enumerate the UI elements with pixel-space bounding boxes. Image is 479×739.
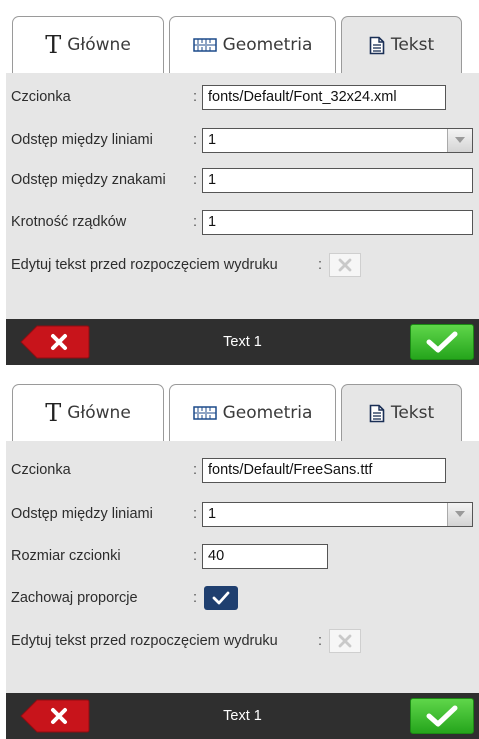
tab-label: Główne [67,403,131,423]
line-multiplicity-row: Krotność rządków : 1 [6,208,479,236]
line-spacing-value: 1 [208,506,217,522]
ok-button[interactable] [410,698,474,734]
line-spacing-row: Odstęp między liniami : 1 [6,126,479,154]
line-multiplicity-label: Krotność rządków [11,214,127,230]
tab-geometria[interactable]: Geometria [169,384,336,441]
dropdown-arrow-icon[interactable] [447,502,472,526]
tab-label: Geometria [222,403,313,423]
font-field[interactable]: fonts/Default/Font_32x24.xml [202,84,446,110]
colon: : [193,214,198,230]
colon: : [193,590,198,606]
char-spacing-row: Odstęp między znakami : 1 [6,166,479,194]
tab-label: Geometria [222,35,313,55]
colon: : [193,132,198,148]
tab-label: Tekst [390,35,435,55]
font-size-label: Rozmiar czcionki [11,548,121,564]
font-size-field[interactable]: 40 [202,543,328,569]
colon: : [193,89,198,105]
document-icon [369,404,385,423]
tab-tekst[interactable]: Tekst [341,384,462,441]
ruler-icon [192,404,217,422]
tab-bar: T Główne Geometria Tekst [6,378,479,441]
x-icon [338,258,352,272]
edit-before-print-row: Edytuj tekst przed rozpoczęciem wydruku … [6,627,479,655]
tab-tekst[interactable]: Tekst [341,16,462,73]
text-settings-dialog-1: T Główne Geometria Tekst Czcionka: font… [6,10,479,365]
document-icon [369,36,385,55]
font-field[interactable]: fonts/Default/FreeSans.ttf [202,457,446,483]
tab-glowne[interactable]: T Główne [12,16,164,73]
tab-geometria[interactable]: Geometria [169,16,336,73]
line-spacing-label: Odstęp między liniami [11,132,153,148]
font-label: Czcionka [11,89,71,105]
colon: : [193,462,198,478]
tab-label: Główne [67,35,131,55]
line-spacing-select[interactable]: 1 [202,501,473,527]
edit-before-print-label: Edytuj tekst przed rozpoczęciem wydruku [11,633,278,649]
cancel-button[interactable] [20,325,90,359]
colon: : [193,548,198,564]
x-icon [338,634,352,648]
tab-label: Tekst [390,403,435,423]
dropdown-arrow-icon[interactable] [447,128,472,152]
tab-glowne[interactable]: T Główne [12,384,164,441]
keep-proportions-checkbox[interactable] [204,586,238,610]
text-settings-dialog-2: T Główne Geometria Tekst Czcionka: font… [6,378,479,739]
edit-before-print-checkbox[interactable] [329,629,361,653]
text-t-icon: T [45,399,62,427]
footer-bar: Text 1 [6,693,479,739]
checkmark-icon [426,331,458,353]
line-spacing-label: Odstęp między liniami [11,506,153,522]
text-t-icon: T [45,31,62,59]
font-row: Czcionka : fonts/Default/FreeSans.ttf [6,456,479,484]
font-size-row: Rozmiar czcionki : 40 [6,542,479,570]
line-spacing-value: 1 [208,132,217,148]
keep-proportions-row: Zachowaj proporcje : [6,584,479,612]
edit-before-print-checkbox[interactable] [329,253,361,277]
footer-bar: Text 1 [6,319,479,365]
colon: : [318,257,323,273]
colon: : [193,506,198,522]
line-spacing-select[interactable]: 1 [202,127,473,153]
char-spacing-field[interactable]: 1 [202,167,473,193]
colon: : [193,172,198,188]
colon: : [318,633,323,649]
char-spacing-label: Odstęp między znakami [11,172,166,188]
edit-before-print-label: Edytuj tekst przed rozpoczęciem wydruku [11,257,278,273]
ok-button[interactable] [410,324,474,360]
edit-before-print-row: Edytuj tekst przed rozpoczęciem wydruku … [6,251,479,279]
tab-bar: T Główne Geometria Tekst [6,10,479,73]
line-spacing-row: Odstęp między liniami : 1 [6,500,479,528]
checkmark-icon [212,591,230,605]
font-label: Czcionka [11,462,71,478]
checkmark-icon [426,705,458,727]
line-multiplicity-field[interactable]: 1 [202,209,473,235]
cancel-button[interactable] [20,699,90,733]
ruler-icon [192,36,217,54]
keep-proportions-label: Zachowaj proporcje [11,590,138,606]
font-row: Czcionka : fonts/Default/Font_32x24.xml [6,83,479,111]
